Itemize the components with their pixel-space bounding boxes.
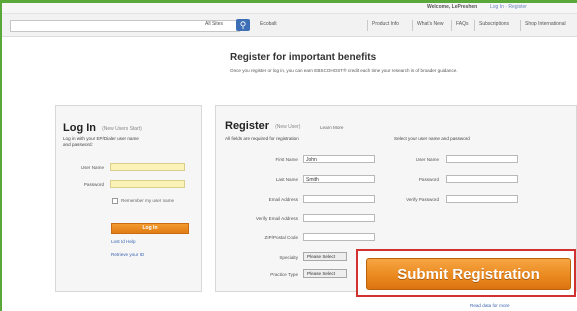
username-label: User Name — [415, 157, 439, 162]
verify-password-input[interactable] — [446, 195, 518, 203]
verify-password-label: Verify Password — [406, 197, 439, 202]
search-scope-select[interactable]: All Sites — [205, 21, 223, 27]
username-input[interactable] — [446, 155, 518, 163]
nav-separator — [520, 20, 521, 31]
retrieve-id-link[interactable]: Retrieve your ID — [111, 252, 144, 257]
register-title: Register (New User) — [225, 120, 301, 132]
nav-link-subscriptions[interactable]: Subscriptions — [479, 21, 509, 27]
login-username-label: User Name — [80, 165, 104, 170]
password-label: Password — [418, 177, 439, 182]
nav-separator — [474, 20, 475, 31]
page-title: Register for important benefits — [230, 52, 377, 63]
login-title-text: Log In — [63, 122, 96, 134]
nav-link-shop-international[interactable]: Shop International — [525, 21, 566, 27]
learn-more-link[interactable]: Learn More — [320, 125, 344, 130]
register-title-note: (New User) — [275, 124, 301, 130]
last-name-input[interactable]: Smith — [303, 175, 375, 183]
login-panel: Log In (New Users Start) Log in with you… — [55, 105, 202, 292]
account-links[interactable]: Log In · Register — [490, 4, 527, 10]
nav-separator — [451, 20, 452, 31]
last-name-label: Last Name — [275, 177, 298, 182]
specialty-select[interactable]: Please Select — [303, 252, 347, 261]
login-password-input[interactable] — [110, 180, 185, 188]
submit-registration-button[interactable]: Submit Registration — [366, 258, 571, 290]
welcome-text: Welcome, LePreshen — [427, 4, 478, 10]
frame-left-border — [0, 0, 2, 311]
zip-label: ZIP/Postal Code — [264, 235, 298, 240]
nav-link-faqs[interactable]: FAQs — [456, 21, 469, 27]
search-icon: ⚲ — [239, 20, 247, 30]
first-name-input[interactable]: John — [303, 155, 375, 163]
nav-link-whats-new[interactable]: What's New — [417, 21, 444, 27]
login-password-label: Password — [83, 182, 104, 187]
lost-id-link[interactable]: Lost Id Help — [111, 239, 136, 244]
page-intro: Once you register or log in, you can ear… — [230, 68, 458, 73]
login-username-input[interactable] — [110, 163, 185, 171]
credentials-note: Select your user name and password — [394, 136, 470, 141]
first-name-label: First Name — [275, 157, 298, 162]
required-note: All fields are required for registration — [225, 136, 299, 141]
login-button[interactable]: Log In — [111, 223, 189, 234]
login-intro: Log in with your EP/Dialer user name and… — [63, 136, 139, 147]
email-input[interactable] — [303, 195, 375, 203]
verify-email-input[interactable] — [303, 214, 375, 222]
account-bar: Welcome, LePreshen Log In · Register — [2, 3, 577, 14]
read-more-link[interactable]: Read data for more — [470, 303, 510, 308]
register-title-text: Register — [225, 120, 270, 132]
nav-separator — [367, 20, 368, 31]
email-label: Email Address — [268, 197, 298, 202]
search-button[interactable]: ⚲ — [236, 19, 250, 31]
practice-type-select[interactable]: Please Select — [303, 269, 347, 278]
login-title: Log In (New Users Start) — [63, 122, 142, 134]
search-bar: All Sites ⚲ Ecobalt Product Info What's … — [2, 14, 577, 37]
nav-separator — [412, 20, 413, 31]
remember-me-label: Remember my user name — [121, 198, 175, 203]
nav-link-ecobalt[interactable]: Ecobalt — [260, 21, 277, 27]
remember-me-checkbox[interactable] — [112, 198, 118, 204]
nav-link-product-info[interactable]: Product Info — [372, 21, 399, 27]
specialty-label: Specialty — [279, 255, 298, 260]
practice-type-label: Practice Type — [270, 272, 298, 277]
login-title-note: (New Users Start) — [102, 126, 142, 132]
zip-input[interactable] — [303, 233, 375, 241]
verify-email-label: Verify Email Address — [255, 216, 298, 221]
password-input[interactable] — [446, 175, 518, 183]
